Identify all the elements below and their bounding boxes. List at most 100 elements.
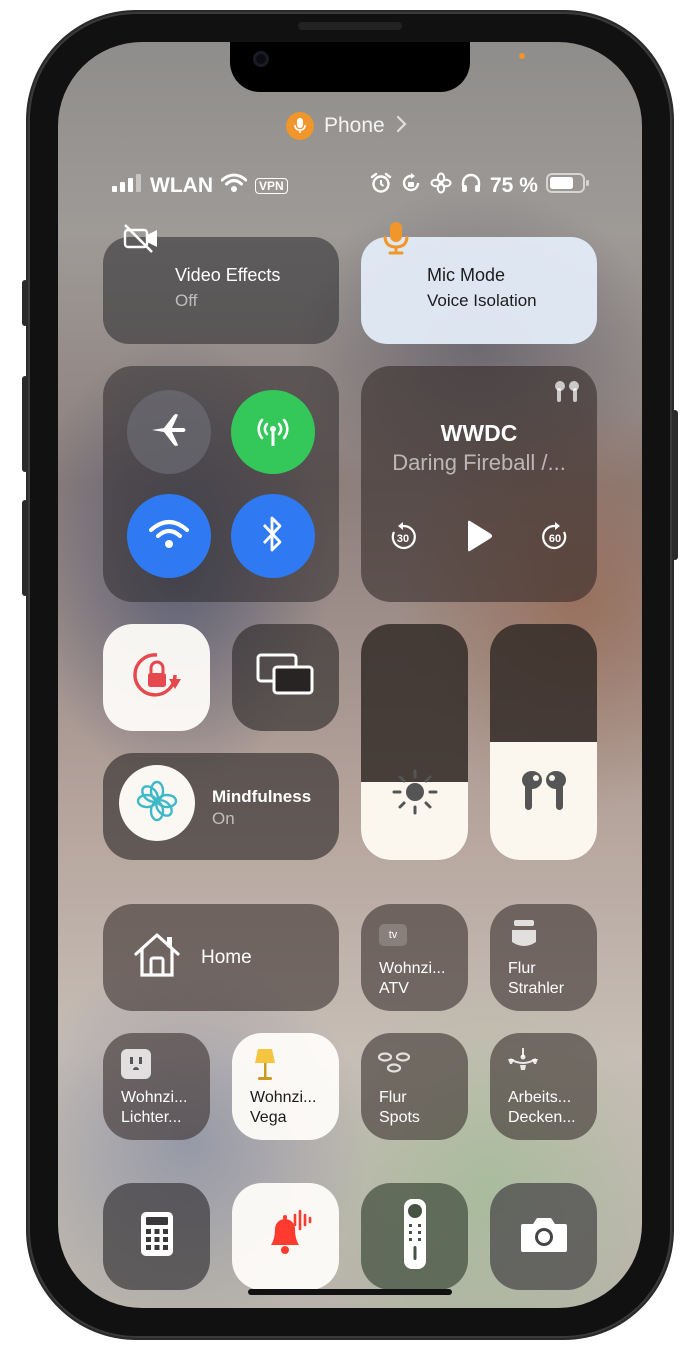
connectivity-module	[103, 366, 339, 602]
flur-strahler-line1: Flur	[508, 960, 536, 977]
remote-icon	[402, 1198, 428, 1275]
notch	[230, 42, 470, 92]
airpods-icon	[551, 380, 583, 409]
rotation-lock-icon	[129, 649, 185, 706]
flur-strahler-line2: Strahler	[508, 980, 565, 997]
home-accessory-wohnzi-lichter[interactable]: Wohnzi... Lichter...	[103, 1033, 210, 1140]
volume-slider[interactable]	[490, 624, 597, 860]
chevron-right-icon	[395, 115, 407, 138]
airpods-icon	[514, 768, 574, 817]
spots-icon	[377, 1051, 411, 1080]
skip-forward-icon: 60	[542, 522, 567, 550]
flower-icon	[430, 172, 452, 200]
home-indicator[interactable]	[248, 1289, 452, 1295]
active-app-label: Phone	[324, 114, 385, 137]
wohnzi-lichter-line2: Lichter...	[121, 1109, 182, 1126]
mic-icon	[382, 220, 410, 261]
airplane-mode-toggle[interactable]	[127, 390, 211, 474]
bluetooth-toggle[interactable]	[231, 494, 315, 578]
bell-sound-icon	[259, 1209, 313, 1264]
home-accessory-flur-strahler[interactable]: Flur Strahler	[490, 904, 597, 1011]
home-tile[interactable]: Home	[103, 904, 339, 1011]
camera-button[interactable]	[490, 1183, 597, 1290]
vpn-badge: VPN	[254, 178, 288, 194]
wifi-icon	[220, 173, 248, 199]
skip-forward-seconds: 60	[549, 533, 561, 545]
flur-spots-line1: Flur	[379, 1089, 407, 1106]
wohnzi-vega-line1: Wohnzi...	[250, 1089, 317, 1106]
now-playing-module[interactable]: WWDC Daring Fireball /... 30 60	[361, 366, 597, 602]
skip-back-seconds: 30	[397, 533, 409, 545]
video-effects-title: Video Effects	[175, 265, 281, 285]
headphones-icon	[460, 172, 482, 200]
lamp-icon	[252, 1047, 278, 1088]
atv-line2: ATV	[379, 980, 409, 997]
screen-mirror-icon	[256, 653, 316, 702]
mic-in-use-indicator	[519, 53, 525, 59]
silent-switch	[22, 280, 28, 326]
video-effects-state: Off	[175, 291, 198, 310]
home-accessory-wohnzi-vega[interactable]: Wohnzi... Vega	[232, 1033, 339, 1140]
rotation-lock-icon	[400, 172, 422, 200]
home-label: Home	[201, 947, 252, 968]
sound-recognition-button[interactable]	[232, 1183, 339, 1290]
home-accessory-atv[interactable]: tv Wohnzi... ATV	[361, 904, 468, 1011]
airplane-icon	[150, 411, 188, 454]
play-button[interactable]	[461, 518, 497, 554]
carrier-label: WLAN	[150, 174, 213, 197]
volume-up-button	[22, 376, 28, 472]
antenna-icon	[253, 410, 293, 455]
skip-back-icon: 30	[391, 522, 416, 550]
chandelier-icon	[506, 1047, 540, 1082]
flower-icon	[135, 779, 179, 828]
arbeits-line1: Arbeits...	[508, 1089, 572, 1106]
appletv-icon: tv	[379, 924, 407, 946]
status-bar-right: 75 %	[370, 172, 590, 200]
sun-icon	[391, 768, 439, 821]
arbeits-line2: Decken...	[508, 1109, 576, 1126]
mindfulness-state: On	[212, 809, 235, 828]
alarm-icon	[370, 172, 392, 200]
wifi-toggle[interactable]	[127, 494, 211, 578]
screen-mirroring-button[interactable]	[232, 624, 339, 731]
mindfulness-title: Mindfulness	[212, 787, 312, 806]
flur-spots-line2: Spots	[379, 1109, 420, 1126]
wohnzi-lichter-line1: Wohnzi...	[121, 1089, 188, 1106]
outlet-icon	[121, 1049, 151, 1079]
active-app-indicator[interactable]: Phone	[286, 112, 426, 140]
control-center-screen: Phone WLAN VPN 75 % Video Effects Off Mi…	[58, 42, 642, 1308]
wohnzi-vega-line2: Vega	[250, 1109, 287, 1126]
mic-icon	[286, 112, 314, 140]
bluetooth-icon	[260, 514, 286, 559]
now-playing-subtitle: Daring Fireball /...	[392, 450, 566, 475]
atv-line1: Wohnzi...	[379, 960, 446, 977]
mic-mode-title: Mic Mode	[427, 265, 506, 285]
earpiece-speaker	[298, 22, 402, 30]
play-icon	[468, 520, 492, 552]
battery-percentage: 75 %	[490, 174, 538, 197]
house-icon	[133, 932, 181, 983]
video-off-icon	[122, 222, 162, 259]
skip-back-button[interactable]: 30	[388, 522, 418, 552]
battery-icon	[545, 172, 590, 200]
volume-down-button	[22, 500, 28, 596]
side-button	[672, 410, 678, 560]
wifi-icon	[149, 518, 189, 555]
mic-mode-state: Voice Isolation	[427, 291, 537, 310]
home-accessory-arbeits[interactable]: Arbeits... Decken...	[490, 1033, 597, 1140]
calculator-button[interactable]	[103, 1183, 210, 1290]
brightness-slider[interactable]	[361, 624, 468, 860]
camera-icon	[519, 1214, 569, 1259]
home-accessory-flur-spots[interactable]: Flur Spots	[361, 1033, 468, 1140]
apple-tv-remote-button[interactable]	[361, 1183, 468, 1290]
cellular-data-toggle[interactable]	[231, 390, 315, 474]
mindfulness-tile[interactable]: Mindfulness On	[103, 753, 339, 860]
mindfulness-icon-circle	[119, 765, 195, 841]
signal-bars-icon	[112, 173, 142, 199]
status-bar-left: WLAN VPN	[112, 173, 288, 199]
ceiling-light-icon	[506, 918, 542, 957]
calculator-icon	[140, 1211, 174, 1262]
rotation-lock-toggle[interactable]	[103, 624, 210, 731]
skip-forward-button[interactable]: 60	[540, 522, 570, 552]
now-playing-title: WWDC	[440, 420, 518, 446]
